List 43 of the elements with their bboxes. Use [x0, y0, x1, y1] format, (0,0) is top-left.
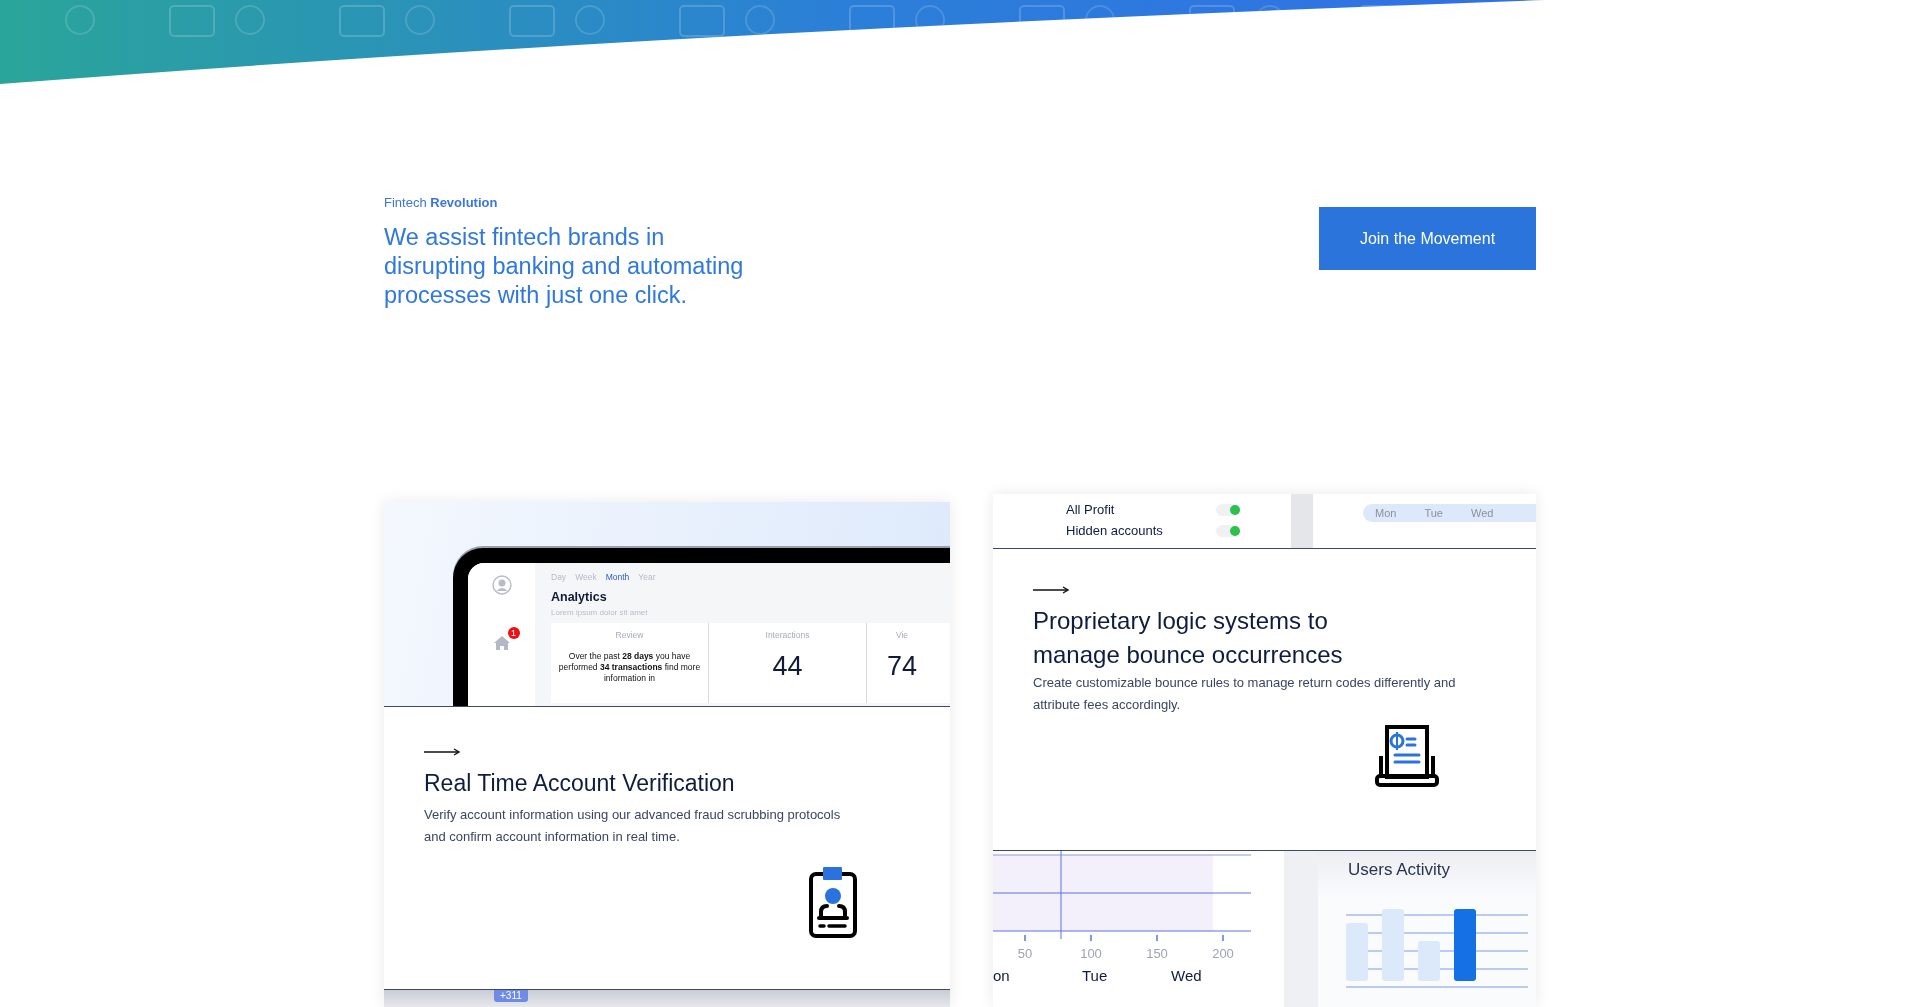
toggle-label: All Profit [1066, 500, 1116, 519]
day-label: Tue [1082, 967, 1108, 985]
card-title: Real Time Account Verification [424, 769, 736, 798]
period-tab[interactable]: Month [605, 571, 630, 584]
stat-value: 44 [771, 653, 804, 681]
arrow-icon [1033, 586, 1069, 594]
receipt-icon [1375, 724, 1439, 788]
day-label: on [993, 967, 1010, 985]
card-description: Create customizable bounce rules to manage return codes differently and attribute fees accordingly. [1033, 674, 1457, 714]
chart-bar [1418, 940, 1440, 981]
period-tab[interactable]: Day [551, 571, 567, 584]
activity-title: Users Activity [1348, 859, 1452, 881]
tick-label: 200 [1212, 947, 1234, 960]
card-description: Verify account information using our advanced fraud scrubbing protocols and confirm account information in real time. [424, 806, 842, 846]
weekday-tab[interactable]: Mon [1371, 504, 1401, 522]
home-icon [492, 635, 511, 651]
count-badge: +311 [494, 990, 528, 1002]
notification-badge: 1 [507, 627, 520, 639]
review-text: Over the past 28 days you have performed 34 transactions find more information in [557, 651, 702, 685]
weekday-tab[interactable]: Tue [1420, 504, 1447, 522]
avatar-icon [491, 575, 512, 595]
join-button[interactable]: Join the Movement [1319, 207, 1536, 270]
period-tab[interactable]: Week [575, 571, 597, 584]
weekday-tab[interactable]: Wed [1466, 504, 1498, 522]
tick-label: 150 [1146, 947, 1168, 960]
toggle-label: Hidden accounts [1066, 521, 1164, 540]
toggle-switch[interactable] [1216, 524, 1240, 537]
headline: We assist fintech brands in disrupting banking and automating processes with just one click. [384, 222, 745, 310]
column-label: Review [614, 628, 645, 642]
column-label: Vie [894, 628, 910, 642]
arrow-icon [424, 748, 460, 756]
id-badge-icon [808, 866, 858, 938]
stat-value: 74 [885, 653, 918, 681]
day-label: Wed [1171, 967, 1202, 985]
eyebrow-text: Fintech Revolution [384, 194, 499, 212]
tick-label: 50 [1017, 947, 1033, 960]
card-title: Proprietary logic systems to manage bounce occurrences [1033, 606, 1344, 670]
dashboard-title: Analytics [551, 588, 608, 606]
divider-column [1291, 494, 1313, 548]
toggle-switch[interactable] [1216, 503, 1240, 516]
chart-bar [1346, 922, 1368, 981]
column-label: Interactions [764, 628, 811, 642]
tick-label: 100 [1080, 947, 1102, 960]
